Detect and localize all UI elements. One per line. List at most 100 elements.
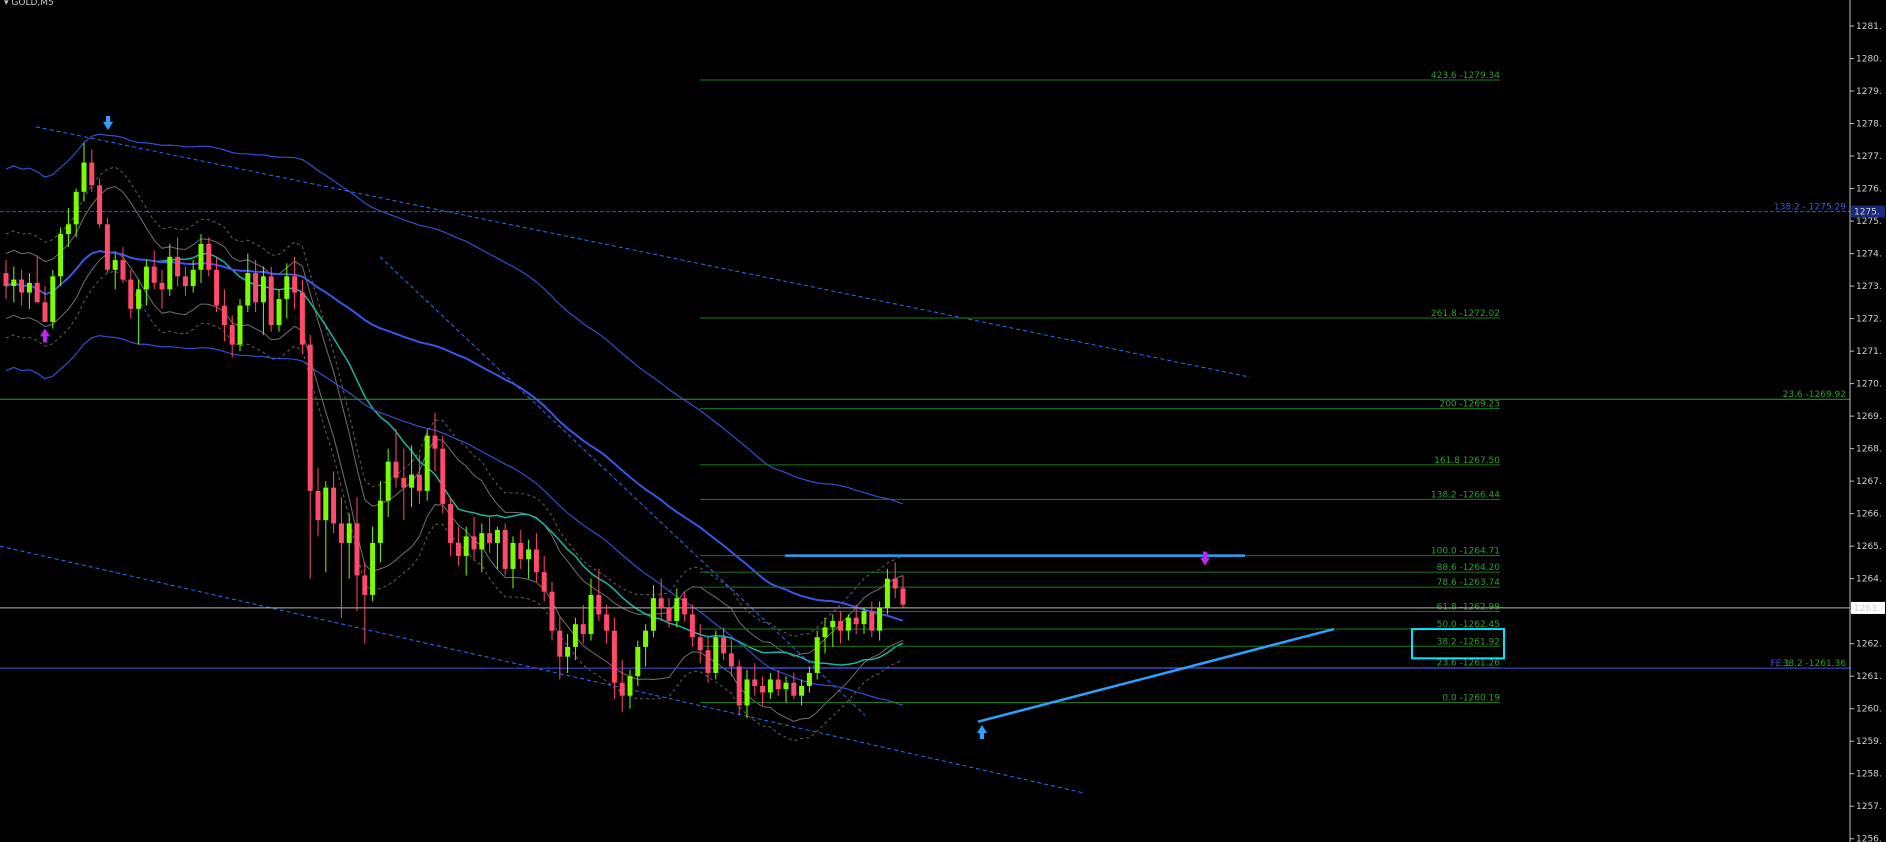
price-tick-label: 1278. — [1856, 120, 1882, 130]
candle-body — [596, 594, 602, 615]
candle-body — [884, 578, 890, 608]
candle-body — [627, 676, 633, 696]
fib-level-label: 161.8 1267.50 — [1434, 456, 1500, 466]
candle-body — [424, 435, 430, 491]
candle-body — [331, 487, 337, 524]
candle-body — [354, 523, 360, 576]
candle-body — [549, 591, 555, 631]
candle-body — [760, 685, 766, 693]
candle-body — [791, 682, 797, 696]
candle-body — [580, 624, 586, 634]
candle-body — [463, 536, 469, 556]
candle-body — [190, 269, 196, 287]
fib-level-label: 261.8 -1272.02 — [1431, 309, 1500, 319]
candle-body — [705, 650, 711, 673]
candle-body — [471, 536, 477, 550]
candle-body — [385, 461, 391, 501]
candle-body — [182, 276, 188, 287]
price-tick-label: 1266. — [1856, 510, 1882, 520]
symbol-text: GOLD,M5 — [11, 0, 54, 8]
candle-body — [767, 679, 773, 693]
candle-body — [502, 529, 508, 569]
candle-body — [877, 607, 883, 631]
candle-body — [42, 302, 48, 322]
fib-level-label: 88.6 -1264.20 — [1437, 563, 1501, 573]
candle-body — [713, 637, 719, 673]
price-tick-label: 1265. — [1856, 542, 1882, 552]
price-tick-label: 1273. — [1856, 282, 1882, 292]
candle-body — [221, 305, 227, 326]
candle-body — [346, 523, 352, 543]
candle-body — [362, 575, 368, 595]
candle-body — [666, 607, 672, 621]
candle-body — [619, 682, 625, 696]
candle-body — [643, 630, 649, 647]
candle-body — [572, 624, 578, 647]
candle-body — [151, 266, 157, 283]
candle-body — [416, 474, 422, 491]
candle-body — [112, 260, 118, 270]
candle-body — [128, 279, 134, 309]
candle-body — [728, 653, 734, 667]
price-tick-label: 1272. — [1856, 315, 1882, 325]
price-tick-label: 1260. — [1856, 705, 1882, 715]
candle-body — [838, 620, 844, 631]
fib-level-label: 100.0 -1264.71 — [1431, 547, 1500, 557]
candle-body — [806, 672, 812, 686]
candle-body — [65, 224, 71, 235]
price-tick-label: 1270. — [1856, 380, 1882, 390]
candle-body — [198, 243, 204, 270]
candle-body — [253, 273, 259, 303]
candle-body — [604, 614, 610, 631]
price-tick-label: 1279. — [1856, 87, 1882, 97]
candle-body — [565, 646, 571, 657]
fib-level-label: 138.2 -1266.44 — [1431, 490, 1500, 500]
candle-body — [853, 617, 859, 625]
price-tick-label: 1256. — [1856, 835, 1882, 842]
candle-body — [775, 679, 781, 690]
candle-body — [440, 448, 446, 504]
candle-body — [526, 549, 532, 560]
candle-body — [541, 572, 547, 592]
candle-body — [635, 646, 641, 677]
candle-body — [510, 542, 516, 569]
candle-body — [674, 598, 680, 621]
price-tick-label: 1261. — [1856, 672, 1882, 682]
candle-body — [650, 598, 656, 631]
candle-body — [315, 490, 321, 521]
candle-body — [307, 344, 313, 491]
chart-background — [0, 0, 1886, 842]
candle-body — [752, 679, 758, 686]
candle-body — [370, 542, 376, 595]
candle-body — [58, 234, 64, 277]
candle-body — [658, 598, 664, 608]
candle-body — [299, 292, 305, 345]
candle-body — [689, 614, 695, 638]
candle-body — [448, 503, 454, 543]
price-chart[interactable]: 423.6 -1279.34 261.8 -1272.02 200 -1269.23… — [0, 0, 1886, 842]
candle-body — [260, 276, 266, 303]
candle-body — [11, 279, 17, 287]
candle-body — [206, 243, 212, 270]
horizontal-level-label: 38.2 -1261.36 — [1783, 659, 1847, 669]
axis-level-box-label: 1275. — [1854, 208, 1880, 218]
candle-body — [34, 282, 40, 303]
fib-level-label: 38.2 -1261.92 — [1437, 637, 1500, 647]
candle-body — [736, 666, 742, 706]
candle-body — [799, 685, 805, 696]
candle-body — [377, 500, 383, 543]
candle-body — [284, 276, 290, 300]
candle-body — [721, 637, 727, 654]
candle-body — [869, 611, 875, 631]
candle-body — [143, 266, 149, 290]
price-tick-label: 1281. — [1856, 22, 1882, 32]
candle-body — [97, 185, 103, 225]
fib-level-label: 78.6 -1263.74 — [1437, 578, 1501, 588]
candle-body — [276, 299, 282, 326]
candle-body — [682, 598, 688, 615]
candle-body — [26, 282, 32, 293]
candle-body — [159, 282, 165, 290]
price-tick-label: 1268. — [1856, 445, 1882, 455]
candle-body — [292, 276, 298, 293]
candle-body — [237, 305, 243, 345]
